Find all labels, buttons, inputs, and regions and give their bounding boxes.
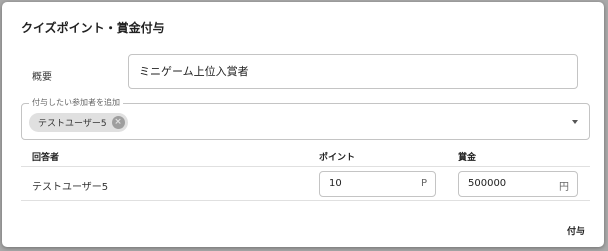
summary-label: 概要 [32,72,52,83]
points-unit: P [420,178,427,189]
header-respondent: 回答者 [32,153,60,163]
cancel-icon[interactable]: × [111,116,125,129]
header-prize: 賞金 [458,153,477,163]
participant-select-label: 付与したい参加者を追加 [29,97,123,109]
grant-dialog: クイズポイント・賞金付与 概要 ミニゲーム上位入賞者 付与したい参加者を追加 テ… [2,2,604,247]
summary-input[interactable]: ミニゲーム上位入賞者 [128,54,578,89]
header-points: ポイント [319,153,356,163]
arrow-drop-down-icon[interactable] [572,120,578,124]
respondent-name: テストユーザー5 [32,182,109,193]
prize-unit: 円 [559,182,569,193]
table-row: テストユーザー5 10 P 500000 円 [21,167,590,201]
table-header: 回答者 ポイント 賞金 [21,147,590,167]
participant-chip: テストユーザー5 × [29,113,128,132]
participant-chip-label: テストユーザー5 [38,119,107,129]
prize-value: 500000 [468,178,507,189]
points-value: 10 [329,178,342,189]
prize-input[interactable]: 500000 円 [458,171,578,197]
grant-button[interactable]: 付与 [558,222,594,242]
points-input[interactable]: 10 P [319,171,436,197]
participant-select[interactable]: 付与したい参加者を追加 テストユーザー5 × [21,97,590,140]
dialog-title: クイズポイント・賞金付与 [21,21,165,35]
